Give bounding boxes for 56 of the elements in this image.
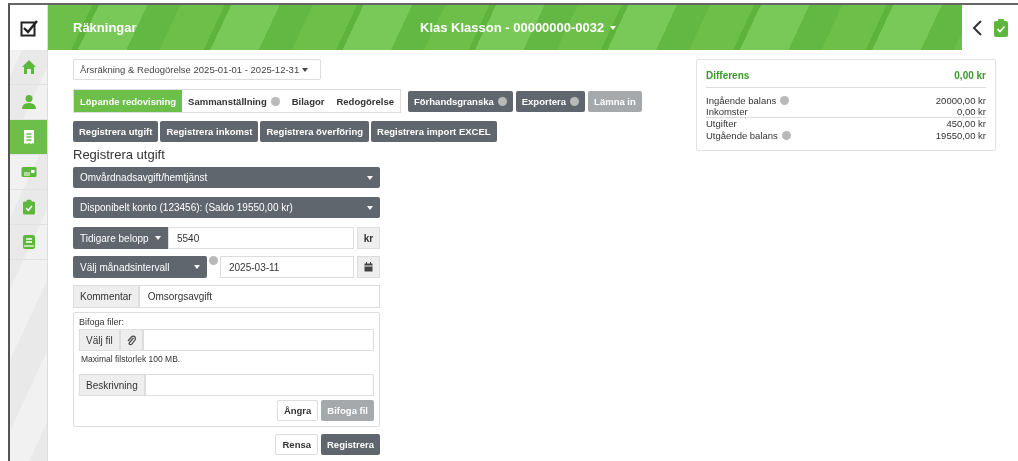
register-button[interactable]: Registrera överföring	[260, 121, 370, 142]
description-label: Beskrivning	[79, 374, 145, 396]
choose-file-button[interactable]: Välj fil	[79, 329, 120, 351]
page-title: Räkningar	[73, 20, 138, 35]
caret-icon	[367, 175, 373, 180]
register-button[interactable]: Registrera inkomst	[160, 121, 259, 142]
clear-button[interactable]: Rensa	[275, 434, 318, 455]
caret-icon	[302, 67, 309, 72]
amount-type-dropdown[interactable]: Tidigare belopp	[73, 227, 168, 249]
calendar-button[interactable]	[357, 256, 380, 278]
summary-value: 19550,00 kr	[935, 129, 986, 141]
summary-value: 0,00 kr	[956, 105, 986, 117]
sidebar-item[interactable]	[10, 120, 47, 155]
register-button[interactable]: Registrera	[321, 434, 380, 455]
interval-dropdown[interactable]: Välj månadsintervall	[73, 256, 207, 278]
id-card-icon	[20, 164, 37, 180]
register-button[interactable]: Registrera import EXCEL	[371, 121, 497, 142]
person-icon	[20, 94, 37, 110]
summary-label: Utgifter	[706, 118, 737, 130]
caret-icon	[194, 265, 200, 269]
comment-field[interactable]: Omsorgsavgift	[138, 285, 380, 308]
amount-field[interactable]: 5540	[168, 227, 354, 249]
currency-button[interactable]: kr	[357, 227, 380, 249]
clipboard-check-icon	[20, 199, 37, 215]
action-button[interactable]: Exportera	[515, 90, 586, 112]
back-chevron-icon[interactable]	[971, 18, 983, 37]
caret-icon	[155, 236, 161, 240]
category-dropdown[interactable]: Omvårdnadsavgift/hemtjänst	[73, 167, 380, 188]
form-heading: Registrera utgift	[73, 147, 166, 162]
action-button[interactable]: Förhandsgranska	[408, 90, 513, 112]
file-size-note: Maximal filstorlek 100 MB.	[81, 354, 182, 364]
summary-total: 0,00 kr	[954, 70, 986, 82]
book-icon	[20, 234, 37, 250]
summary-title: Differens	[706, 70, 750, 82]
period-dropdown[interactable]: Årsräkning & Redogörelse 2025-01-01 - 2025-12-31	[73, 59, 321, 80]
attach-title: Bifoga filer:	[79, 317, 126, 327]
paperclip-icon	[126, 334, 136, 346]
calendar-icon	[364, 262, 373, 272]
description-field[interactable]	[144, 374, 374, 396]
register-button[interactable]: Registrera utgift	[73, 121, 159, 142]
summary-label: Ingående balans	[706, 94, 777, 106]
info-icon	[209, 256, 218, 265]
account-dropdown[interactable]: Disponibelt konto (123456): (Saldo 19550,00 kr)	[73, 197, 380, 218]
summary-value: 20000,00 kr	[935, 94, 986, 106]
file-field[interactable]	[142, 329, 374, 351]
home-icon	[20, 59, 37, 75]
summary-label: Utgående balans	[706, 129, 778, 141]
summary-value: 450,00 kr	[946, 118, 986, 130]
clipboard-check-icon[interactable]	[993, 17, 1009, 38]
date-field[interactable]: 2025-03-11	[220, 256, 354, 278]
checkbox-logo-icon[interactable]	[19, 18, 38, 37]
comment-label: Kommentar	[73, 285, 139, 308]
caret-icon	[367, 205, 373, 210]
summary-label: Inkomster	[706, 105, 748, 117]
caret-icon	[610, 25, 617, 30]
undo-button[interactable]: Ångra	[276, 400, 319, 421]
